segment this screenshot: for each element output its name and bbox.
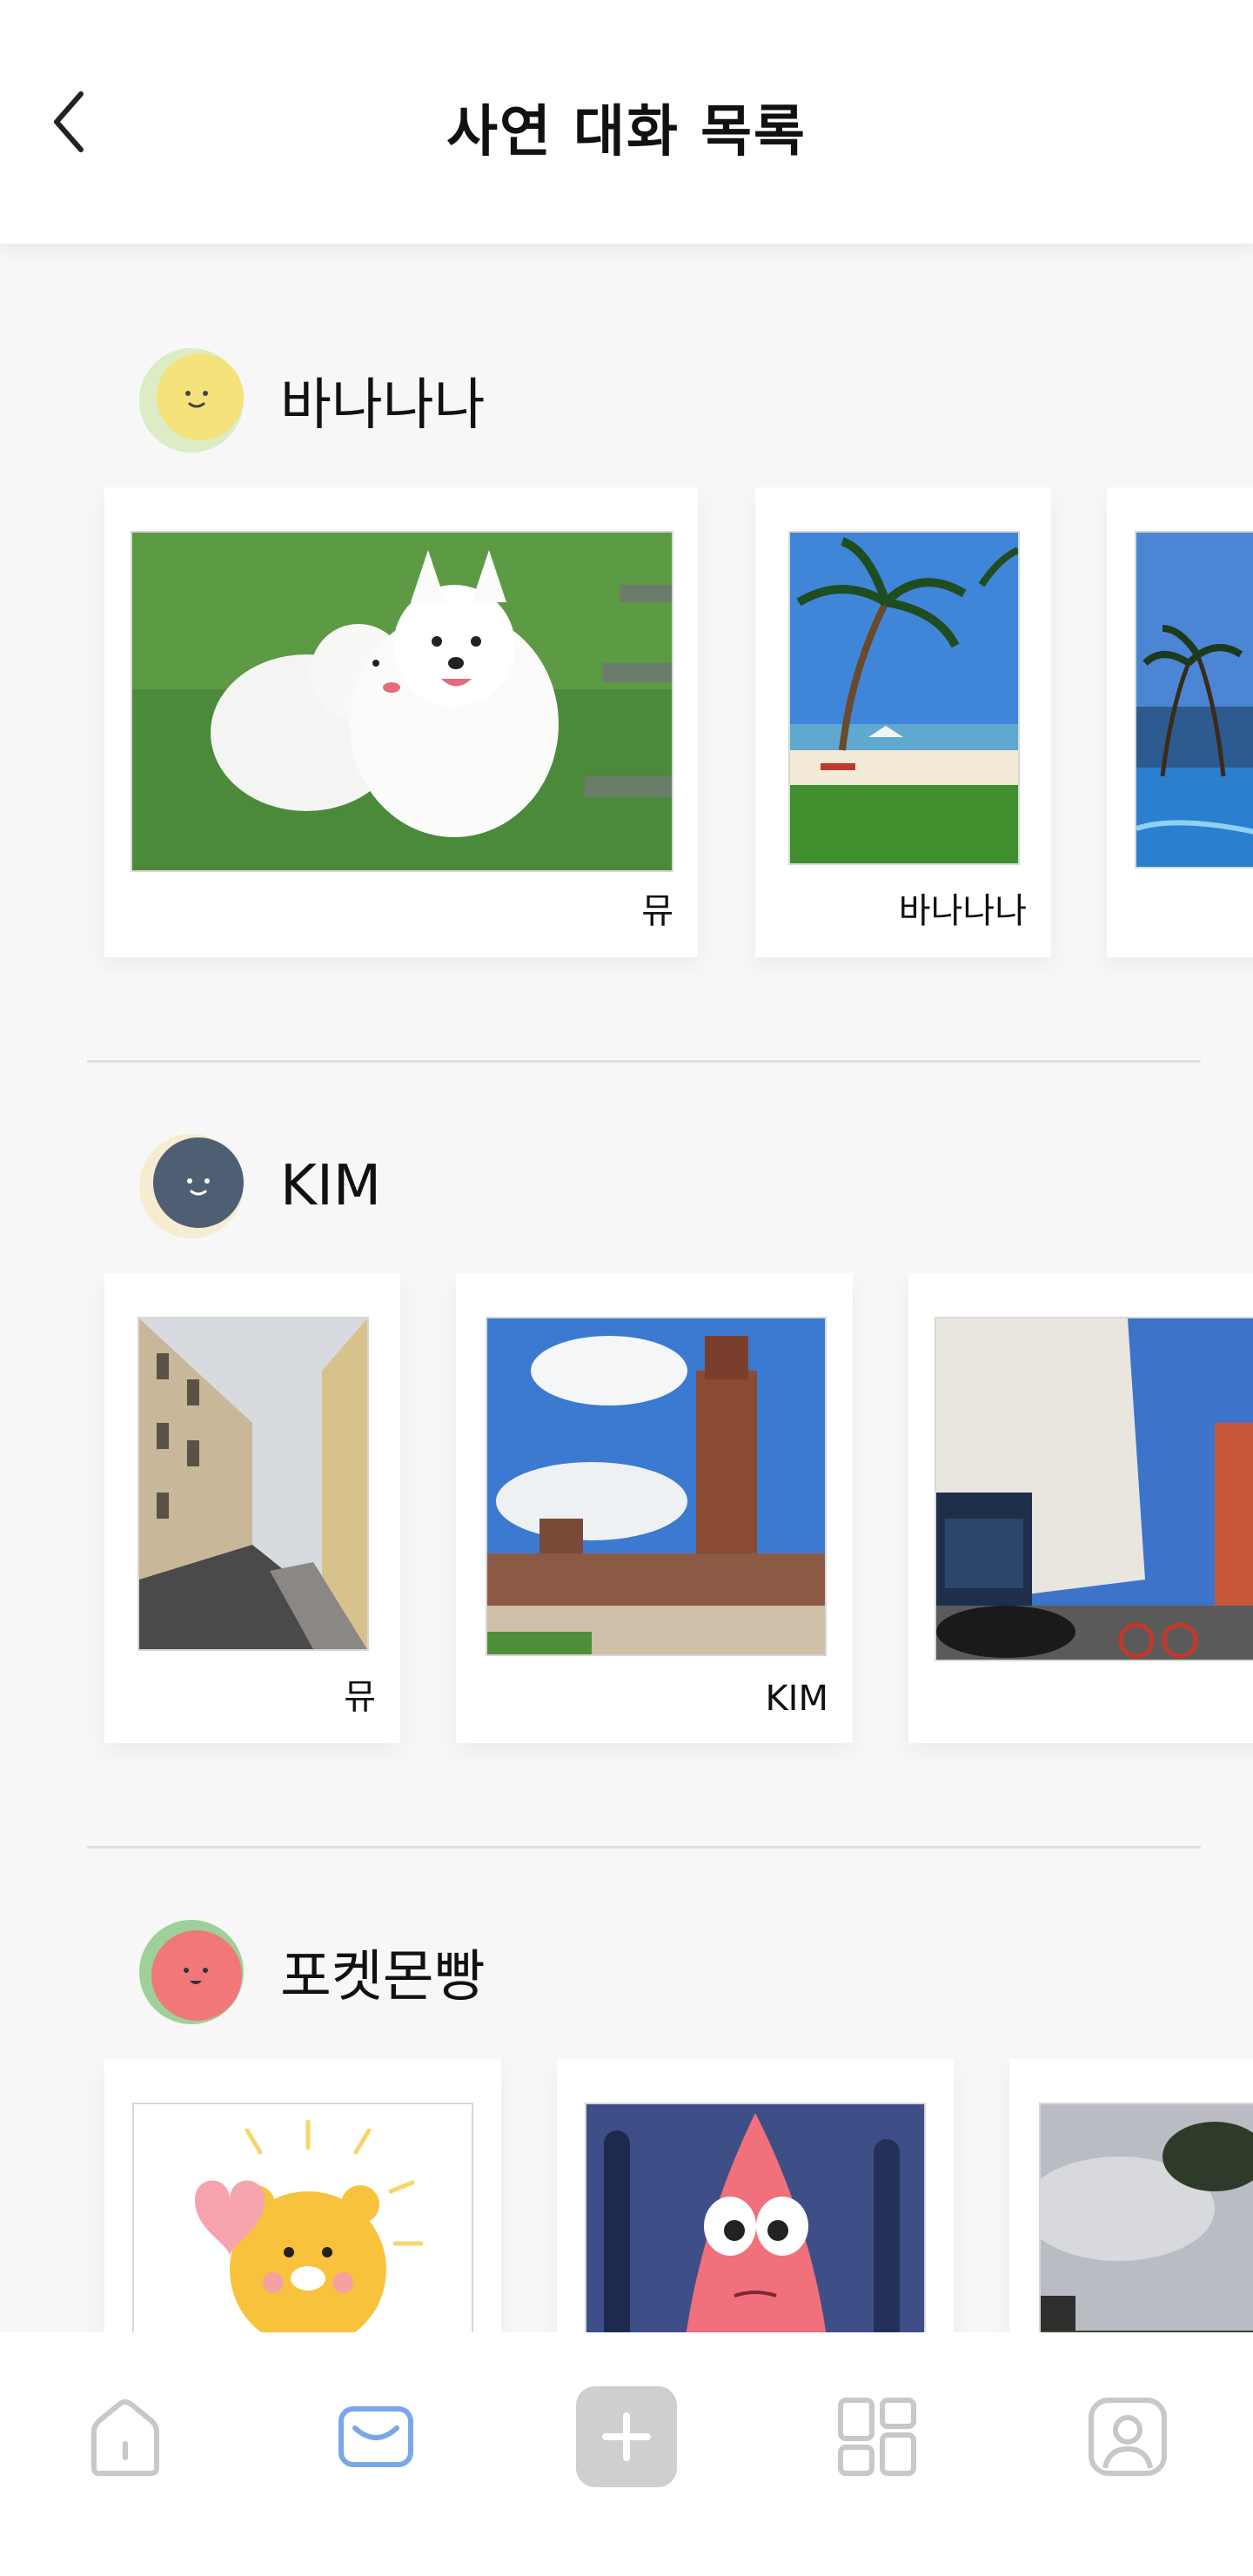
page-title: 사연 대화 목록: [446, 100, 807, 164]
story-card[interactable]: 뮤: [104, 1273, 400, 1743]
section-divider: [87, 1846, 1201, 1848]
nav-home[interactable]: [73, 2385, 178, 2489]
group-name: 포켓몬빵: [280, 1945, 486, 2009]
add-icon: [576, 2386, 677, 2487]
card-owner: 뮤: [641, 891, 673, 931]
avatar: [139, 348, 244, 453]
group-header[interactable]: 바나나나: [139, 348, 486, 453]
message-icon: [338, 2406, 413, 2467]
nav-messages[interactable]: [324, 2385, 428, 2489]
cloudy-sky-photo: [1039, 2103, 1253, 2367]
castle-tower-photo: [486, 1317, 827, 1656]
cartoon-bear-heart-photo: [132, 2103, 473, 2367]
nav-add[interactable]: [574, 2385, 679, 2489]
home-icon: [91, 2399, 159, 2476]
story-card[interactable]: [908, 1273, 1253, 1743]
card-owner: 뮤: [344, 1677, 376, 1717]
card-carousel[interactable]: 뮤 KIM: [0, 1273, 1253, 1761]
group-header[interactable]: KIM: [139, 1134, 381, 1238]
nav-profile[interactable]: [1075, 2385, 1180, 2489]
samoyed-dogs-photo: [131, 531, 673, 872]
bottom-navigation: [0, 2332, 1253, 2576]
nav-grid[interactable]: [825, 2385, 929, 2489]
card-carousel[interactable]: 뮤 바나나나: [0, 487, 1253, 975]
group-name: 바나나나: [280, 373, 486, 438]
paris-street-photo: [137, 1317, 369, 1651]
palm-beach-photo: [788, 531, 1020, 865]
london-street-photo: [935, 1317, 1253, 1661]
group-header[interactable]: 포켓몬빵: [139, 1920, 486, 2024]
avatar: [139, 1920, 244, 2024]
card-owner: 바나나나: [898, 891, 1027, 931]
story-card[interactable]: 바나나나: [755, 487, 1051, 957]
story-card[interactable]: 뮤: [104, 487, 698, 957]
cartoon-starfish-photo: [585, 2103, 926, 2367]
avatar: [139, 1134, 244, 1238]
story-card[interactable]: KIM: [456, 1273, 853, 1743]
group-name: KIM: [280, 1154, 382, 1218]
card-owner: KIM: [765, 1679, 828, 1719]
story-card[interactable]: [1107, 487, 1253, 957]
top-app-bar: 사연 대화 목록: [0, 0, 1253, 244]
grid-icon: [838, 2398, 916, 2476]
profile-icon: [1089, 2398, 1167, 2476]
resort-pool-photo: [1135, 531, 1253, 869]
section-divider: [87, 1060, 1201, 1063]
